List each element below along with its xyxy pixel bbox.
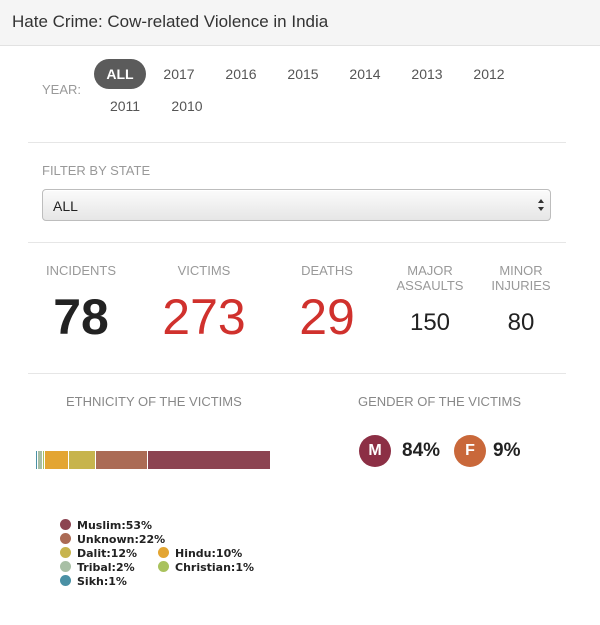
legend-swatch-icon xyxy=(60,561,71,572)
legend-label: Hindu:10% xyxy=(175,547,243,560)
year-option-2013[interactable]: 2013 xyxy=(402,59,452,89)
legend-label: Muslim:53% xyxy=(77,519,153,532)
legend-item: Unknown:22% xyxy=(60,533,165,547)
year-option-2017[interactable]: 2017 xyxy=(154,59,204,89)
male-percent: 84% xyxy=(402,440,441,461)
minor-injuries-label: MINOR INJURIES xyxy=(491,263,551,293)
incidents-value: 78 xyxy=(53,289,109,345)
legend-label: Christian:1% xyxy=(175,561,255,574)
female-icon: F xyxy=(454,435,486,467)
bar-segment-dalit xyxy=(68,451,97,469)
year-option-2011[interactable]: 2011 xyxy=(100,91,150,121)
ethnicity-bar-chart xyxy=(36,451,271,469)
legend-swatch-icon xyxy=(60,575,71,586)
victims-value: 273 xyxy=(162,289,246,345)
bar-segment-muslim xyxy=(147,451,271,469)
select-arrows-icon xyxy=(538,199,544,211)
state-select[interactable]: ALL xyxy=(42,189,551,221)
minor-injuries-value: 80 xyxy=(507,309,535,336)
legend-item: Christian:1% xyxy=(158,561,254,575)
year-option-2016[interactable]: 2016 xyxy=(216,59,266,89)
state-select-value: ALL xyxy=(53,198,78,214)
victims-label: VICTIMS xyxy=(177,263,231,278)
legend-label: Sikh:1% xyxy=(77,575,127,588)
incidents-label: INCIDENTS xyxy=(45,263,117,278)
legend-label: Unknown:22% xyxy=(77,533,166,546)
gender-title: GENDER OF THE VICTIMS xyxy=(358,394,521,409)
legend-swatch-icon xyxy=(60,519,71,530)
ethnicity-title: ETHNICITY OF THE VICTIMS xyxy=(66,394,242,409)
year-option-all[interactable]: ALL xyxy=(94,59,146,89)
year-option-2015[interactable]: 2015 xyxy=(278,59,328,89)
legend-swatch-icon xyxy=(60,547,71,558)
legend-swatch-icon xyxy=(158,547,169,558)
divider xyxy=(28,242,566,243)
legend-label: Tribal:2% xyxy=(77,561,135,574)
year-option-2010[interactable]: 2010 xyxy=(162,91,212,121)
major-assaults-label: MAJOR ASSAULTS xyxy=(396,263,464,293)
legend-item: Muslim:53% xyxy=(60,519,152,533)
deaths-value: 29 xyxy=(299,289,355,345)
female-percent: 9% xyxy=(493,440,521,461)
page-header: Hate Crime: Cow-related Violence in Indi… xyxy=(0,0,600,46)
page-title: Hate Crime: Cow-related Violence in Indi… xyxy=(12,12,329,31)
legend-swatch-icon xyxy=(60,533,71,544)
divider xyxy=(28,373,566,374)
legend-label: Dalit:12% xyxy=(77,547,138,560)
male-icon: M xyxy=(359,435,391,467)
legend-item: Hindu:10% xyxy=(158,547,242,561)
year-filter-label: YEAR: xyxy=(42,82,82,97)
legend-item: Tribal:2% xyxy=(60,561,135,575)
divider xyxy=(28,142,566,143)
bar-segment-hindu xyxy=(45,451,69,469)
bar-segment-unknown xyxy=(96,451,148,469)
year-option-2014[interactable]: 2014 xyxy=(340,59,390,89)
major-assaults-value: 150 xyxy=(409,309,451,336)
deaths-label: DEATHS xyxy=(301,263,353,278)
legend-item: Dalit:12% xyxy=(60,547,137,561)
legend-item: Sikh:1% xyxy=(60,575,127,589)
legend-swatch-icon xyxy=(158,561,169,572)
year-option-2012[interactable]: 2012 xyxy=(464,59,514,89)
state-filter-label: FILTER BY STATE xyxy=(42,163,151,178)
